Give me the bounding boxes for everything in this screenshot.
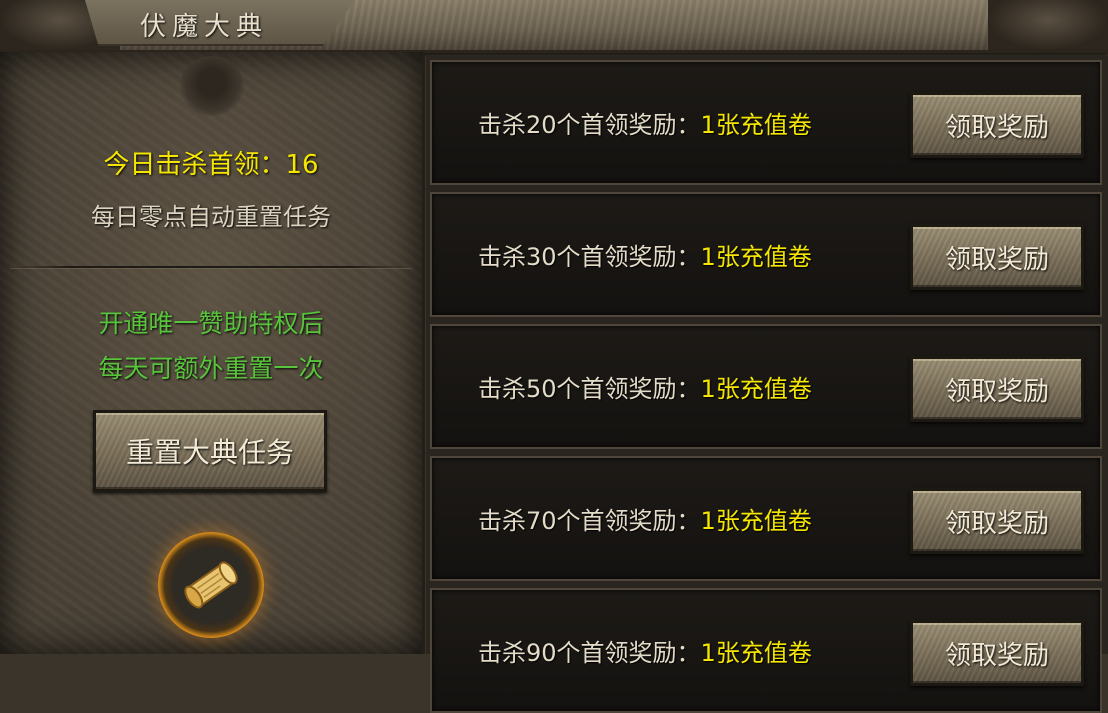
privilege-text-1: 开通唯一赞助特权后 xyxy=(98,309,324,338)
task-row: 击杀30个首领奖励： 1张充值卷 领取奖励 xyxy=(430,192,1102,317)
task-text: 击杀30个首领奖励： 1张充值卷 xyxy=(478,194,812,315)
task-reward: 1张充值卷 xyxy=(700,375,812,403)
kills-count: 16 xyxy=(285,150,319,180)
scroll-icon xyxy=(184,561,238,609)
skull-icon xyxy=(180,56,244,116)
task-text: 击杀50个首领奖励： 1张充值卷 xyxy=(478,326,812,447)
task-condition: 击杀70个首领奖励： xyxy=(478,507,701,535)
claim-reward-button[interactable]: 领取奖励 xyxy=(910,620,1084,686)
ornament-right-icon xyxy=(988,0,1108,50)
task-text: 击杀90个首领奖励： 1张充值卷 xyxy=(478,590,812,711)
task-reward: 1张充值卷 xyxy=(700,243,812,271)
left-info-panel: 今日击杀首领：16 每日零点自动重置任务 开通唯一赞助特权后 每天可额外重置一次… xyxy=(0,52,425,654)
task-list[interactable]: 击杀20个首领奖励： 1张充值卷 领取奖励 击杀30个首领奖励： 1张充值卷 领取奖… xyxy=(426,56,1108,713)
task-condition: 击杀50个首领奖励： xyxy=(478,375,701,403)
task-row: 击杀70个首领奖励： 1张充值卷 领取奖励 xyxy=(430,456,1102,581)
task-reward: 1张充值卷 xyxy=(700,507,812,535)
reset-tasks-button[interactable]: 重置大典任务 xyxy=(93,410,327,492)
scroll-button[interactable] xyxy=(158,532,264,638)
header-bar: 伏魔大典 xyxy=(0,0,1108,53)
task-text: 击杀70个首领奖励： 1张充值卷 xyxy=(478,458,812,579)
task-text: 击杀20个首领奖励： 1张充值卷 xyxy=(478,62,812,183)
privilege-text-2: 每天可额外重置一次 xyxy=(98,354,324,383)
task-reward: 1张充值卷 xyxy=(700,111,812,139)
task-reward: 1张充值卷 xyxy=(700,639,812,667)
claim-reward-button[interactable]: 领取奖励 xyxy=(910,356,1084,422)
task-condition: 击杀90个首领奖励： xyxy=(478,639,701,667)
task-condition: 击杀20个首领奖励： xyxy=(478,111,701,139)
task-row: 击杀50个首领奖励： 1张充值卷 领取奖励 xyxy=(430,324,1102,449)
claim-reward-button[interactable]: 领取奖励 xyxy=(910,488,1084,554)
divider xyxy=(10,266,412,268)
task-row: 击杀20个首领奖励： 1张充值卷 领取奖励 xyxy=(430,60,1102,185)
claim-reward-button[interactable]: 领取奖励 xyxy=(910,92,1084,158)
reset-info-text: 每日零点自动重置任务 xyxy=(91,203,331,231)
kills-label: 今日击杀首领： xyxy=(103,150,286,180)
task-row: 击杀90个首领奖励： 1张充值卷 领取奖励 xyxy=(430,588,1102,713)
kills-today: 今日击杀首领：16 xyxy=(0,144,422,181)
page-title: 伏魔大典 xyxy=(140,12,269,42)
task-condition: 击杀30个首领奖励： xyxy=(478,243,701,271)
claim-reward-button[interactable]: 领取奖励 xyxy=(910,224,1084,290)
